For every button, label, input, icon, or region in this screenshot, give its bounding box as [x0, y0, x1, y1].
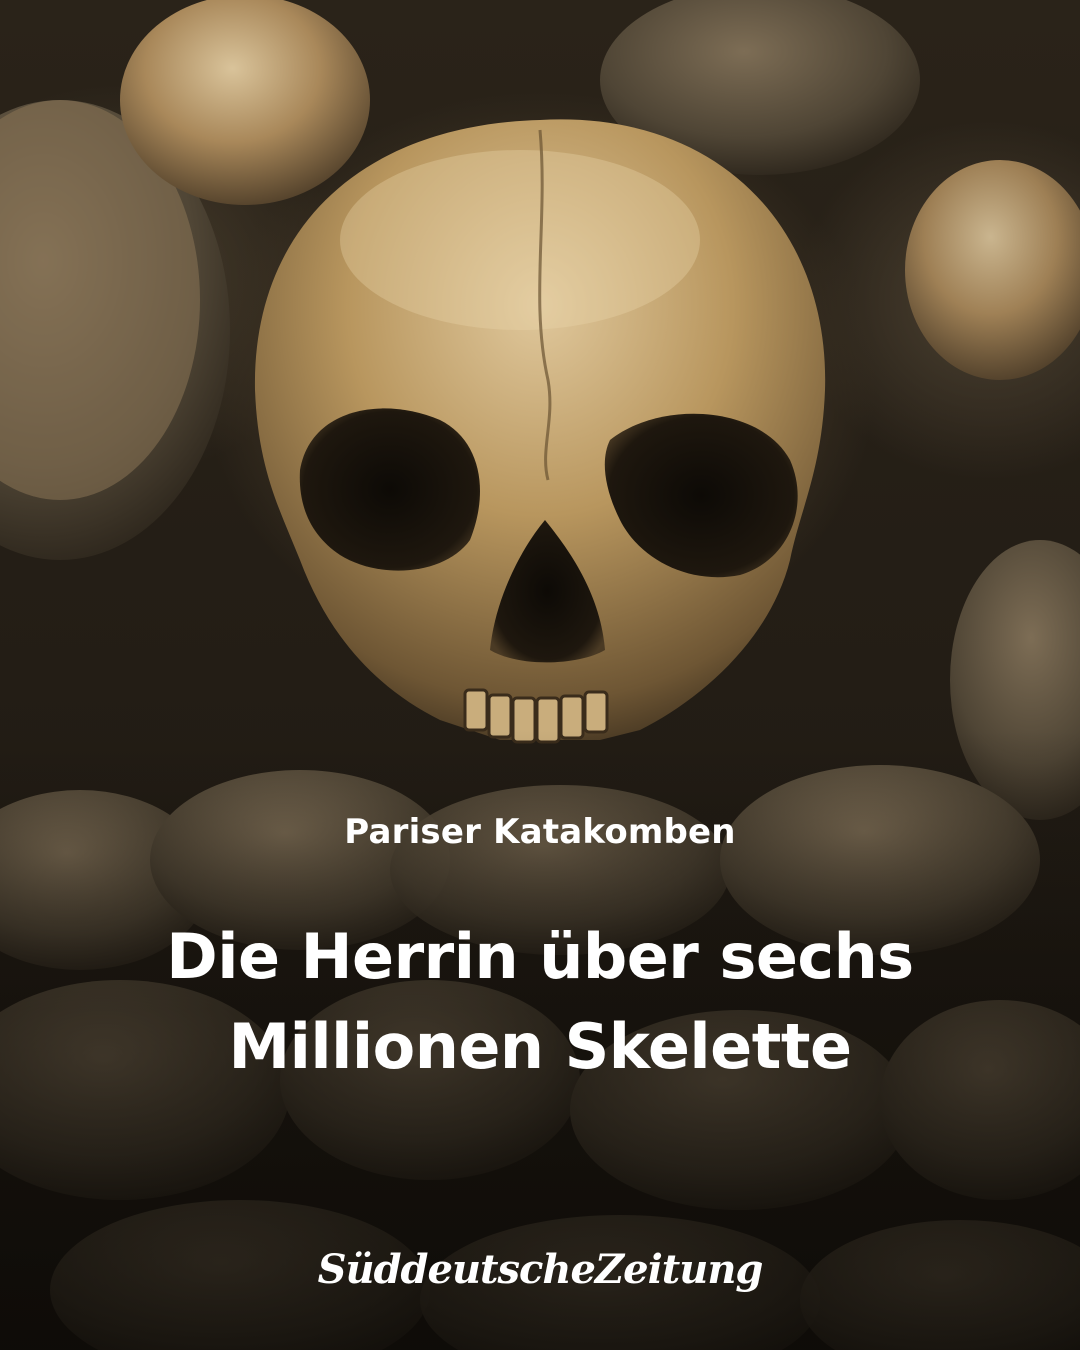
post-card: Pariser Katakomben Die Herrin über sechs… — [0, 0, 1080, 1350]
brand-logo: SüddeutscheZeitung — [317, 1246, 764, 1293]
headline: Die Herrin über sechs Millionen Skelette — [166, 920, 914, 1083]
skull — [254, 119, 826, 744]
kicker: Pariser Katakomben — [344, 812, 736, 852]
